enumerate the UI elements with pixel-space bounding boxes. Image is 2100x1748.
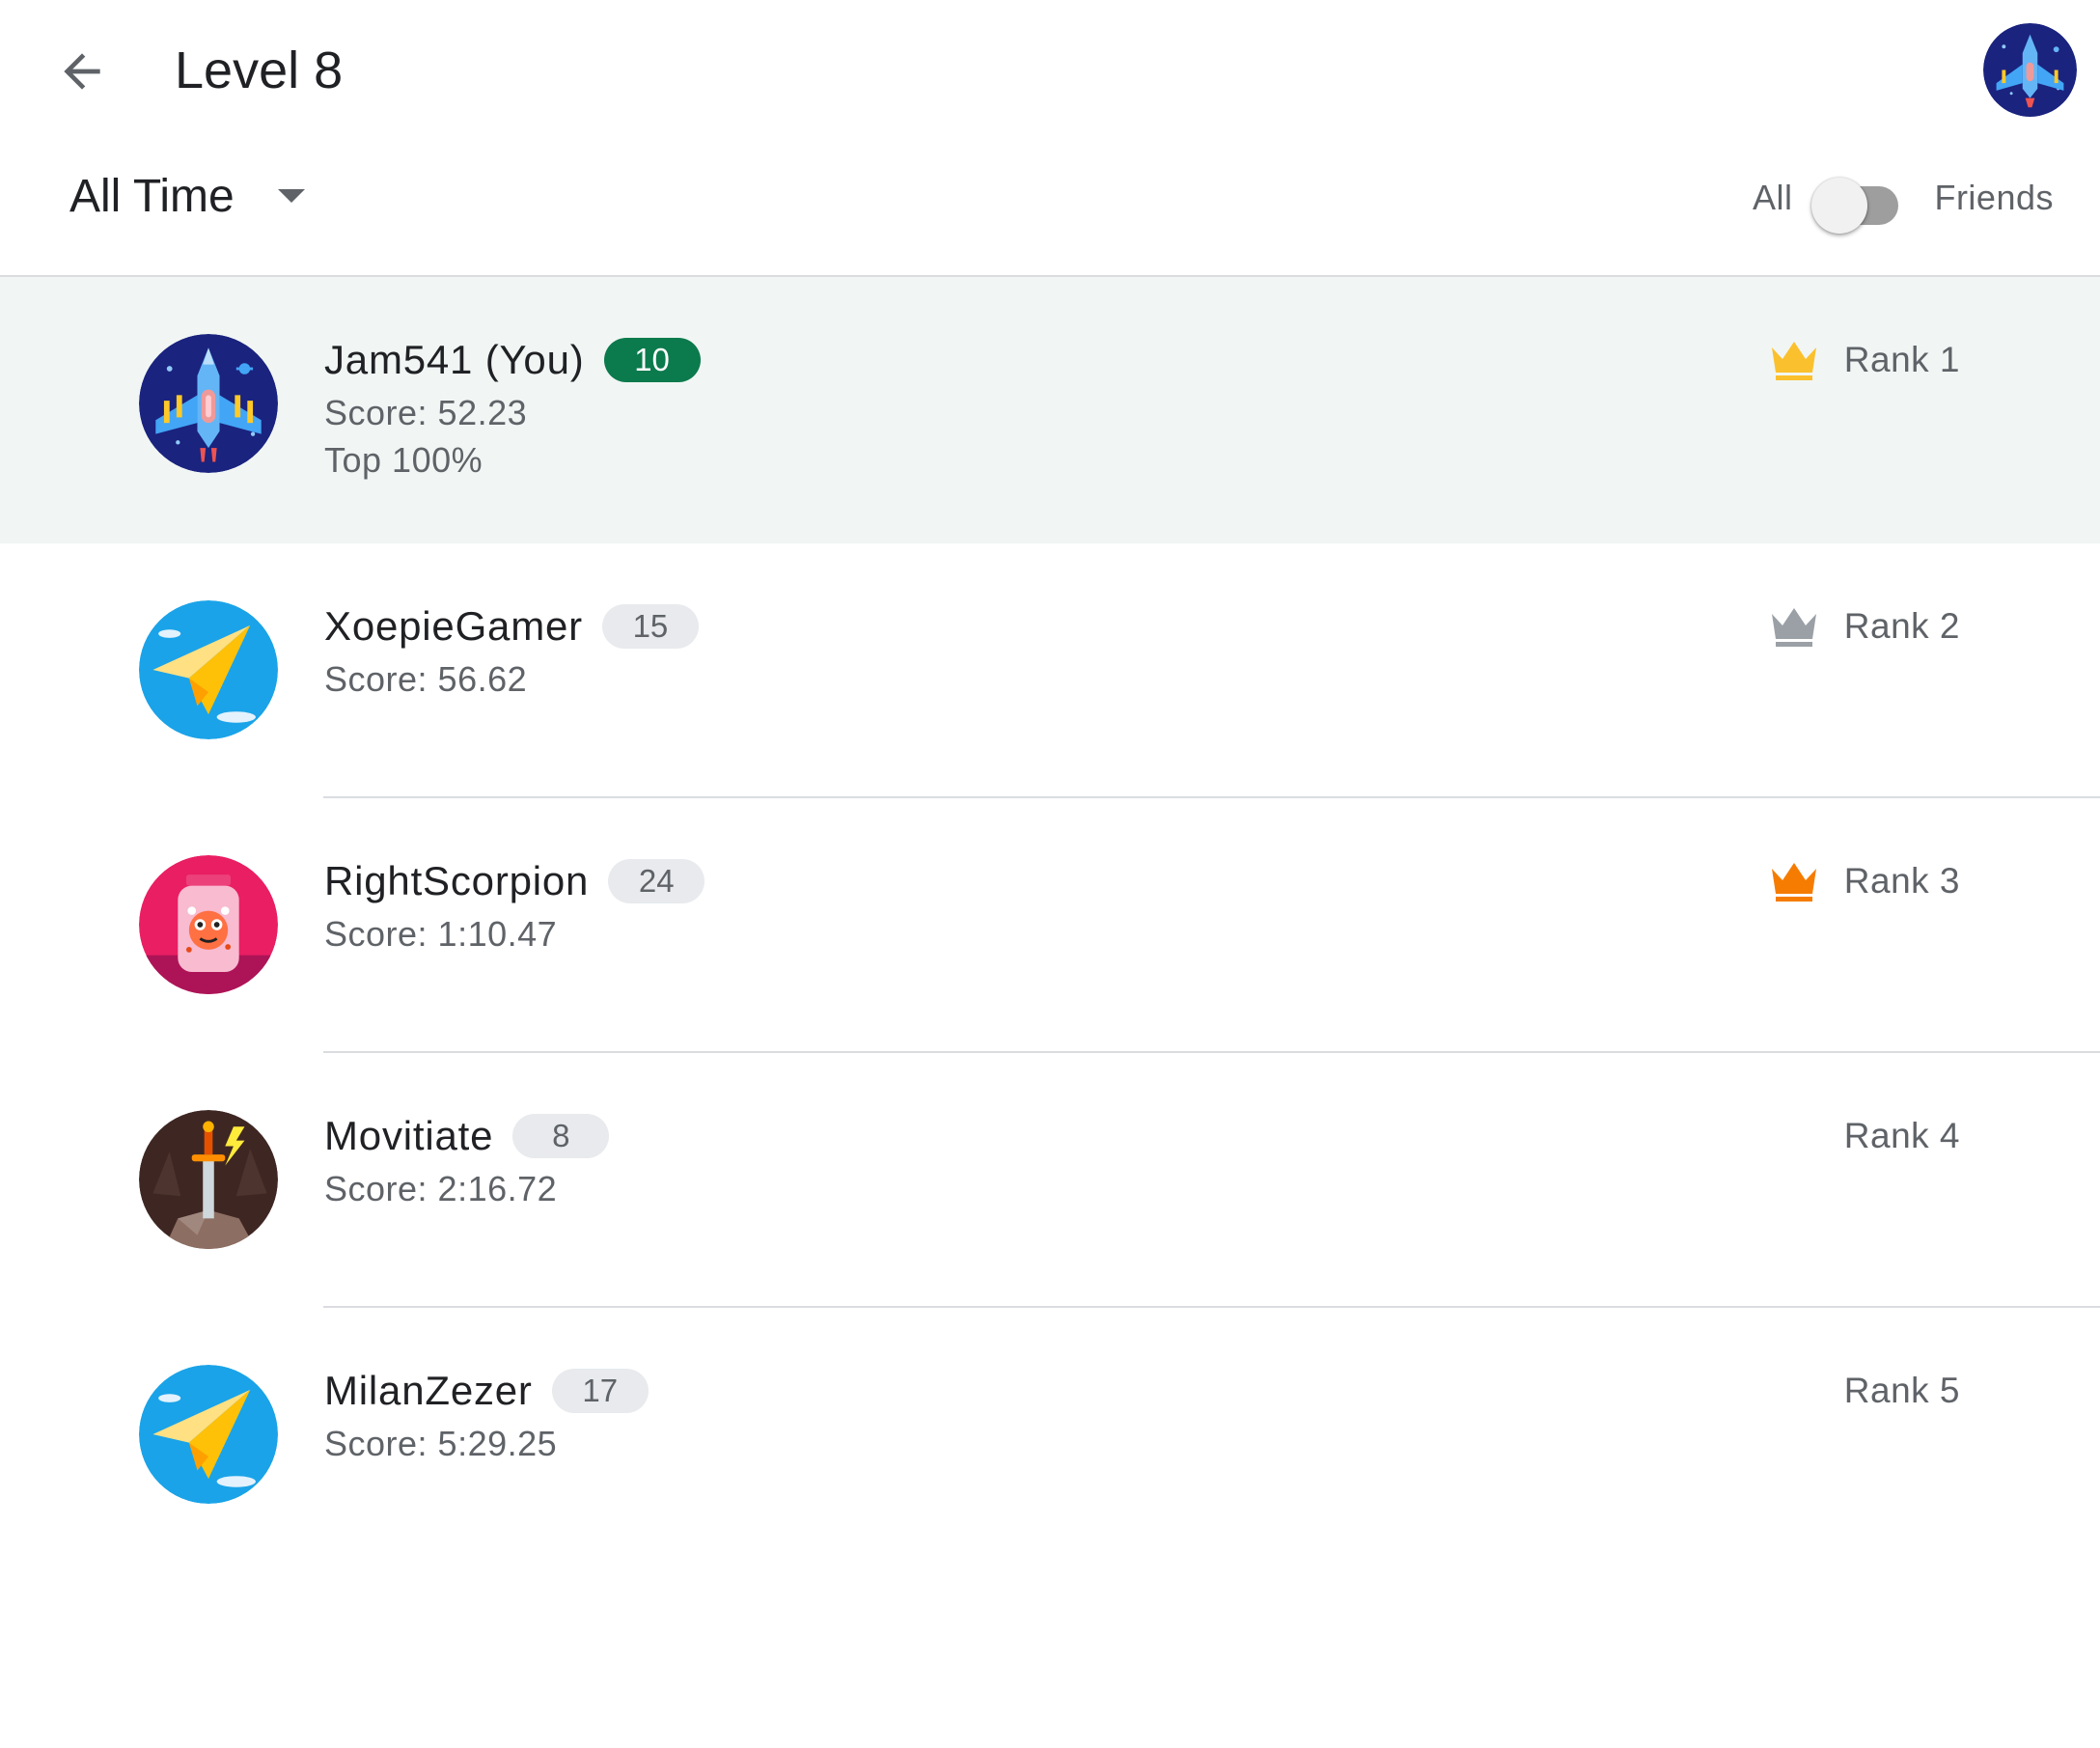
leaderboard-row[interactable]: RightScorpion 24 Score: 1:10.47 Rank 3 [0, 798, 2100, 1053]
friends-toggle-switch[interactable] [1811, 169, 1903, 234]
player-score: Score: 1:10.47 [324, 914, 558, 954]
gold-crown-icon [1769, 338, 1819, 382]
level-badge: 15 [601, 604, 699, 649]
player-score: Score: 52.23 [324, 393, 528, 432]
time-range-dropdown[interactable]: All Time [69, 153, 305, 239]
spaceship-icon [1983, 23, 2077, 117]
leaderboard-row[interactable]: XoepieGamer 15 Score: 56.62 Rank 2 [0, 543, 2100, 798]
player-info: MilanZezer 17 Score: 5:29.25 [324, 1362, 649, 1467]
player-name: Jam541 (You) [324, 337, 585, 382]
filter-bar: All Time All Friends [0, 145, 2100, 277]
player-avatar [139, 1365, 278, 1504]
arrow-back-icon [64, 53, 100, 90]
silver-crown-icon [1769, 604, 1819, 649]
friends-toggle-group: All Friends [1752, 164, 2054, 234]
player-score: Score: 2:16.72 [324, 1169, 558, 1208]
player-info: XoepieGamer 15 Score: 56.62 [324, 597, 699, 703]
toggle-all-label: All [1752, 178, 1793, 217]
player-name: XoepieGamer [324, 603, 583, 649]
player-name: Movitiate [324, 1113, 494, 1158]
player-avatar [139, 334, 278, 473]
sword-in-stone-icon [139, 1110, 278, 1249]
leaderboard-row[interactable]: MilanZezer 17 Score: 5:29.25 Rank 5 [0, 1308, 2100, 1563]
rank-label: Rank 5 [1843, 1371, 1960, 1410]
rank-label: Rank 4 [1843, 1116, 1960, 1155]
spaceship-icon [139, 334, 278, 473]
rank-label: Rank 1 [1843, 340, 1960, 379]
player-rank: Rank 2 [1769, 597, 1960, 655]
leaderboard-row-current-user[interactable]: Jam541 (You) 10 Score: 52.23 Top 100% Ra… [0, 277, 2100, 543]
player-info: Jam541 (You) 10 Score: 52.23 Top 100% [324, 331, 701, 484]
player-rank: Rank 3 [1769, 852, 1960, 910]
back-button[interactable] [45, 35, 119, 108]
time-range-label: All Time [69, 170, 235, 222]
app-bar: Level 8 [0, 0, 2100, 145]
rank-label: Rank 3 [1843, 861, 1960, 901]
paper-plane-icon [139, 1365, 278, 1504]
toggle-friends-label: Friends [1934, 178, 2054, 217]
level-badge: 8 [512, 1114, 610, 1158]
player-rank: Rank 4 [1844, 1107, 1960, 1165]
level-badge: 10 [603, 338, 701, 382]
monster-jar-icon [139, 855, 278, 994]
level-badge: 17 [551, 1369, 649, 1413]
player-rank: Rank 5 [1844, 1362, 1960, 1420]
player-name: MilanZezer [324, 1368, 533, 1413]
dropdown-arrow-icon [277, 189, 305, 203]
rank-label: Rank 2 [1843, 606, 1960, 646]
player-info: RightScorpion 24 Score: 1:10.47 [324, 852, 705, 957]
player-name: RightScorpion [324, 858, 590, 903]
player-score: Score: 5:29.25 [324, 1424, 558, 1463]
page-title: Level 8 [175, 42, 344, 99]
player-avatar [139, 1110, 278, 1249]
player-score: Score: 56.62 [324, 659, 528, 699]
bronze-crown-icon [1769, 859, 1819, 903]
profile-avatar[interactable] [1983, 23, 2077, 117]
player-avatar [139, 855, 278, 994]
leaderboard-list: Jam541 (You) 10 Score: 52.23 Top 100% Ra… [0, 277, 2100, 1563]
switch-thumb [1811, 178, 1868, 234]
player-avatar [139, 600, 278, 739]
player-rank: Rank 1 [1769, 331, 1960, 389]
leaderboard-row[interactable]: Movitiate 8 Score: 2:16.72 Rank 4 [0, 1053, 2100, 1308]
level-badge: 24 [608, 859, 705, 903]
player-info: Movitiate 8 Score: 2:16.72 [324, 1107, 610, 1212]
player-percentile: Top 100% [324, 440, 484, 480]
paper-plane-icon [139, 600, 278, 739]
